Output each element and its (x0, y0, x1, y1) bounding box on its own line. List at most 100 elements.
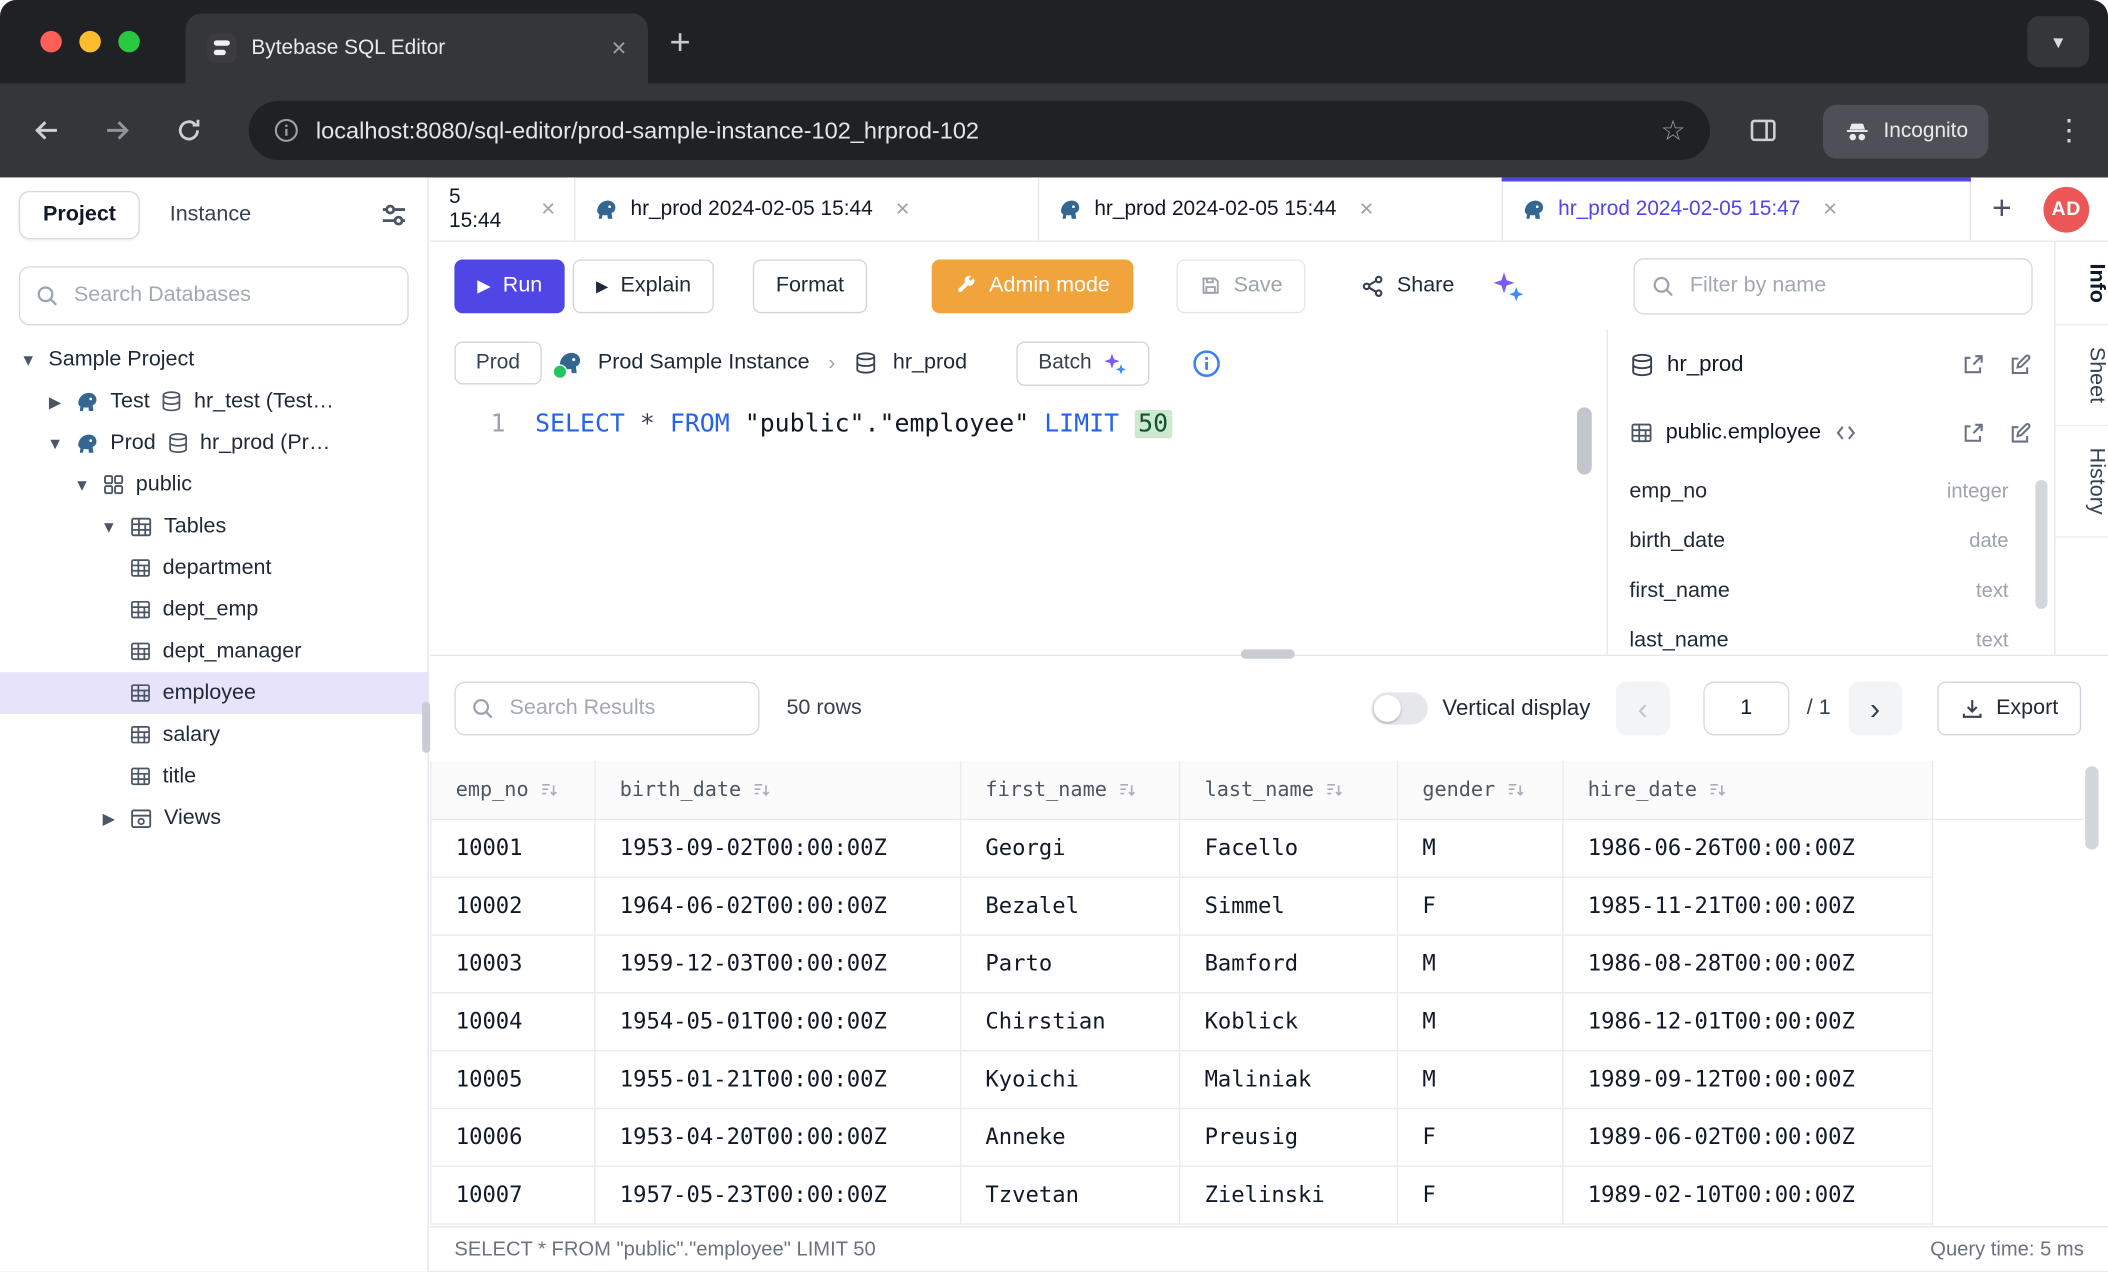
column-row[interactable]: emp_no integer (1608, 467, 2054, 517)
editor-tab-3[interactable]: hr_prod 2024-02-05 15:44 × (1039, 177, 1503, 240)
tree-item-table-dept-emp[interactable]: dept_emp (0, 589, 428, 631)
sql-code-line[interactable]: SELECT * FROM "public"."employee" LIMIT … (535, 410, 1606, 438)
table-cell[interactable]: 1964-06-02T00:00:00Z (595, 877, 961, 935)
table-cell[interactable]: M (1397, 992, 1562, 1050)
table-cell[interactable]: Maliniak (1180, 1050, 1398, 1108)
sort-icon[interactable] (1118, 779, 1138, 799)
edit-icon[interactable] (2007, 352, 2033, 378)
site-info-icon[interactable] (273, 117, 300, 144)
tab-search-button[interactable]: ▾ (2027, 16, 2089, 67)
schema-panel-scrollbar[interactable] (2035, 480, 2047, 609)
table-cell[interactable]: 10005 (431, 1050, 595, 1108)
close-icon[interactable]: × (612, 36, 627, 62)
tree-item-table-department[interactable]: department (0, 547, 428, 589)
tree-item-schema-public[interactable]: ▼ public (0, 464, 428, 506)
vertical-display-toggle[interactable] (1371, 692, 1427, 724)
table-cell[interactable]: Preusig (1180, 1108, 1398, 1166)
chevron-right-icon[interactable]: ▶ (46, 392, 65, 411)
tree-item-table-employee[interactable]: employee (0, 672, 428, 714)
new-tab-button[interactable]: + (670, 22, 691, 64)
info-circle-icon[interactable] (1191, 348, 1222, 379)
batch-button[interactable]: Batch (1017, 341, 1150, 385)
table-cell[interactable]: Chirstian (961, 992, 1180, 1050)
table-cell[interactable]: Georgi (961, 819, 1180, 877)
table-cell[interactable]: 10003 (431, 934, 595, 992)
table-cell[interactable]: Simmel (1180, 877, 1398, 935)
admin-mode-button[interactable]: Admin mode (931, 259, 1132, 313)
tree-item-prod-instance[interactable]: ▼ Prod hr_prod (Pr… (0, 422, 428, 464)
table-cell[interactable]: F (1397, 1166, 1562, 1224)
sort-icon[interactable] (1325, 779, 1345, 799)
vertical-resize-handle[interactable] (422, 702, 430, 753)
results-scrollbar[interactable] (2085, 766, 2098, 849)
filter-by-name[interactable] (1633, 257, 2032, 313)
table-cell[interactable]: Koblick (1180, 992, 1398, 1050)
browser-menu-icon[interactable]: ⋮ (2054, 113, 2084, 148)
table-cell[interactable]: M (1397, 1050, 1562, 1108)
table-cell[interactable]: F (1397, 877, 1562, 935)
table-cell[interactable]: 1989-06-02T00:00:00Z (1563, 1108, 1933, 1166)
table-cell[interactable]: 1985-11-21T00:00:00Z (1563, 877, 1933, 935)
table-cell[interactable]: Zielinski (1180, 1166, 1398, 1224)
next-page-button[interactable]: › (1848, 682, 1902, 736)
ai-sparkles-icon[interactable] (1491, 268, 1526, 303)
table-cell[interactable]: 10007 (431, 1166, 595, 1224)
schema-table-row[interactable]: public.employee (1608, 399, 2054, 466)
database-name[interactable]: hr_prod (893, 351, 967, 375)
chevron-right-icon[interactable]: ▶ (99, 809, 118, 828)
external-link-icon[interactable] (1960, 352, 1986, 378)
tree-item-table-salary[interactable]: salary (0, 714, 428, 756)
table-cell[interactable]: M (1397, 819, 1562, 877)
close-window-button[interactable] (40, 31, 62, 53)
table-cell[interactable]: Anneke (961, 1108, 1180, 1166)
table-cell[interactable]: Kyoichi (961, 1050, 1180, 1108)
sort-icon[interactable] (539, 779, 559, 799)
table-cell[interactable]: Bamford (1180, 934, 1398, 992)
reload-icon[interactable] (175, 116, 203, 144)
export-button[interactable]: Export (1937, 682, 2081, 736)
table-cell[interactable]: Parto (961, 934, 1180, 992)
table-cell[interactable]: 10006 (431, 1108, 595, 1166)
close-icon[interactable]: × (1823, 195, 1837, 223)
column-header[interactable]: birth_date (595, 761, 961, 819)
table-cell[interactable]: 10001 (431, 819, 595, 877)
column-header[interactable]: emp_no (431, 761, 595, 819)
column-row[interactable]: birth_date date (1608, 516, 2054, 566)
tree-item-views-group[interactable]: ▶ Views (0, 797, 428, 839)
table-cell[interactable]: 1989-09-12T00:00:00Z (1563, 1050, 1933, 1108)
table-cell[interactable]: Tzvetan (961, 1166, 1180, 1224)
table-cell[interactable]: 1986-08-28T00:00:00Z (1563, 934, 1933, 992)
table-cell[interactable]: 1986-12-01T00:00:00Z (1563, 992, 1933, 1050)
tab-project[interactable]: Project (19, 191, 140, 239)
tab-sheet[interactable]: Sheet (2056, 326, 2108, 427)
horizontal-resize-handle[interactable] (1241, 649, 1295, 658)
filter-by-name-input[interactable] (1687, 272, 2015, 299)
tree-item-table-title[interactable]: title (0, 756, 428, 798)
bookmark-star-icon[interactable]: ☆ (1661, 114, 1686, 148)
filter-settings-icon[interactable] (379, 200, 409, 230)
tree-item-tables-group[interactable]: ▼ Tables (0, 505, 428, 547)
table-cell[interactable]: M (1397, 934, 1562, 992)
sort-icon[interactable] (752, 779, 772, 799)
tree-item-test-instance[interactable]: ▶ Test hr_test (Test… (0, 380, 428, 422)
column-header[interactable]: gender (1397, 761, 1562, 819)
share-button[interactable]: Share (1338, 259, 1477, 313)
chevron-down-icon[interactable]: ▼ (73, 475, 92, 494)
column-header[interactable]: hire_date (1563, 761, 1933, 819)
run-button[interactable]: ▶ Run (454, 259, 565, 313)
forward-icon[interactable] (102, 116, 132, 146)
sql-editor[interactable]: 1 SELECT * FROM "public"."employee" LIMI… (430, 397, 1606, 439)
external-link-icon[interactable] (1960, 420, 1986, 446)
tab-instance[interactable]: Instance (148, 192, 272, 238)
browser-tab[interactable]: Bytebase SQL Editor × (186, 13, 648, 83)
maximize-window-button[interactable] (118, 31, 140, 53)
sort-icon[interactable] (1506, 779, 1526, 799)
explain-button[interactable]: ▶ Explain (573, 259, 714, 313)
column-header[interactable]: last_name (1180, 761, 1398, 819)
page-input[interactable] (1703, 682, 1789, 736)
minimize-window-button[interactable] (79, 31, 101, 53)
database-search[interactable] (19, 266, 409, 325)
close-icon[interactable]: × (541, 195, 555, 223)
table-cell[interactable]: 1953-04-20T00:00:00Z (595, 1108, 961, 1166)
table-cell[interactable]: 1953-09-02T00:00:00Z (595, 819, 961, 877)
